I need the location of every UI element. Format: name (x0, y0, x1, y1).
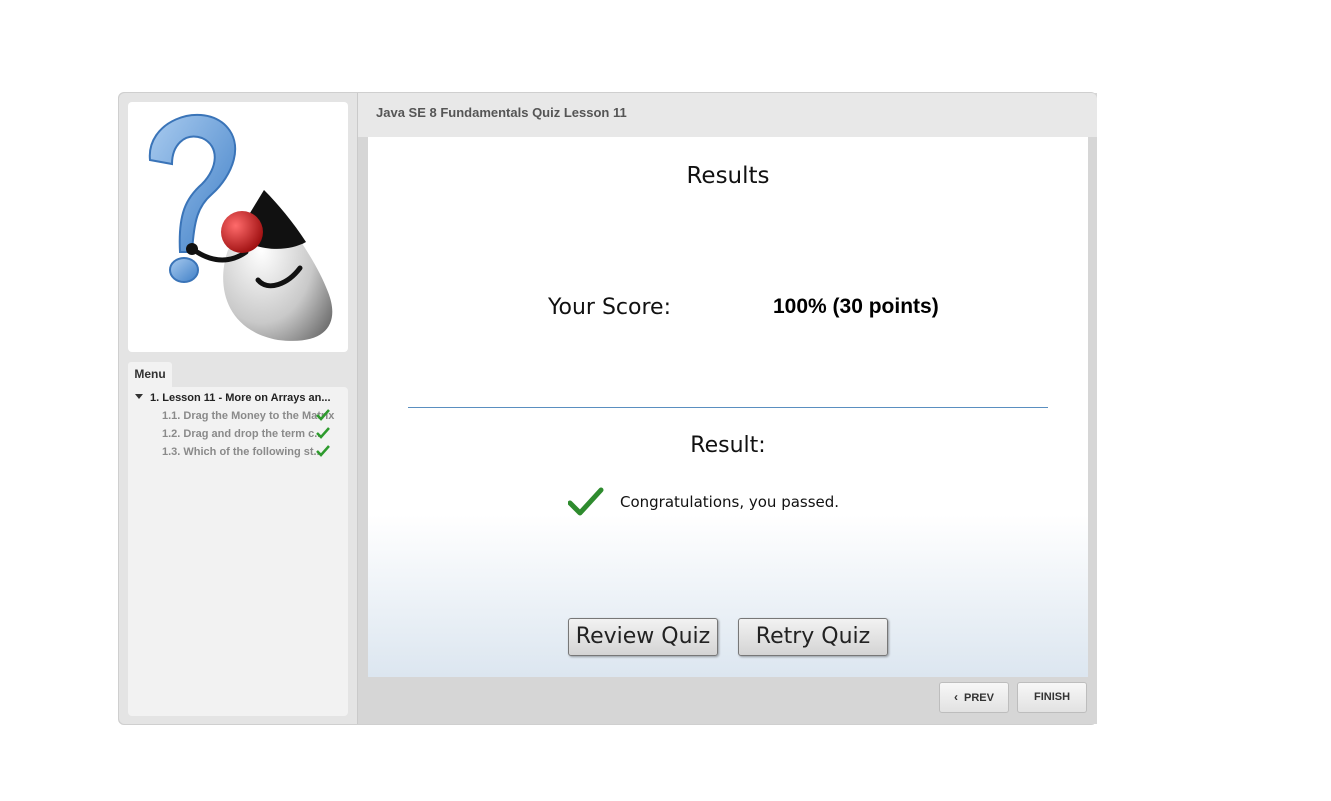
duke-question-mark-logo (148, 114, 333, 341)
score-label: Your Score: (548, 295, 671, 320)
logo-panel (128, 102, 348, 352)
chevron-left-icon: ‹ (954, 690, 959, 704)
completed-check-icon (316, 427, 330, 439)
menu-item-lesson-11[interactable]: 1. Lesson 11 - More on Arrays an... (150, 392, 342, 404)
results-slide: Results Your Score: 100% (30 points) Res… (368, 137, 1088, 677)
score-value: 100% (30 points) (773, 295, 939, 318)
prev-button[interactable]: ‹ PREV (939, 682, 1009, 713)
menu-item-1-3[interactable]: 1.3. Which of the following st... (162, 446, 342, 458)
menu-panel: 1. Lesson 11 - More on Arrays an... 1.1.… (128, 387, 348, 716)
sidebar: Menu 1. Lesson 11 - More on Arrays an...… (119, 93, 357, 724)
content-area: Java SE 8 Fundamentals Quiz Lesson 11 Re… (357, 93, 1097, 724)
review-quiz-button[interactable]: Review Quiz (568, 618, 718, 656)
quiz-title: Java SE 8 Fundamentals Quiz Lesson 11 (376, 105, 627, 120)
tab-menu[interactable]: Menu (128, 362, 172, 387)
completed-check-icon (316, 409, 330, 421)
caret-down-icon[interactable] (135, 394, 143, 399)
green-checkmark-icon (568, 487, 604, 516)
results-heading: Results (686, 163, 770, 189)
divider (408, 407, 1048, 408)
result-label: Result: (690, 433, 766, 458)
quiz-player: Menu 1. Lesson 11 - More on Arrays an...… (118, 92, 1097, 725)
retry-quiz-button[interactable]: Retry Quiz (738, 618, 888, 656)
completed-check-icon (316, 445, 330, 457)
menu-item-1-1[interactable]: 1.1. Drag the Money to the Matrix (162, 410, 342, 422)
title-bar: Java SE 8 Fundamentals Quiz Lesson 11 (358, 93, 1097, 137)
prev-label: PREV (964, 692, 994, 704)
menu-item-1-2[interactable]: 1.2. Drag and drop the term c... (162, 428, 342, 440)
finish-button[interactable]: FINISH (1017, 682, 1087, 713)
pass-message: Congratulations, you passed. (620, 493, 840, 511)
